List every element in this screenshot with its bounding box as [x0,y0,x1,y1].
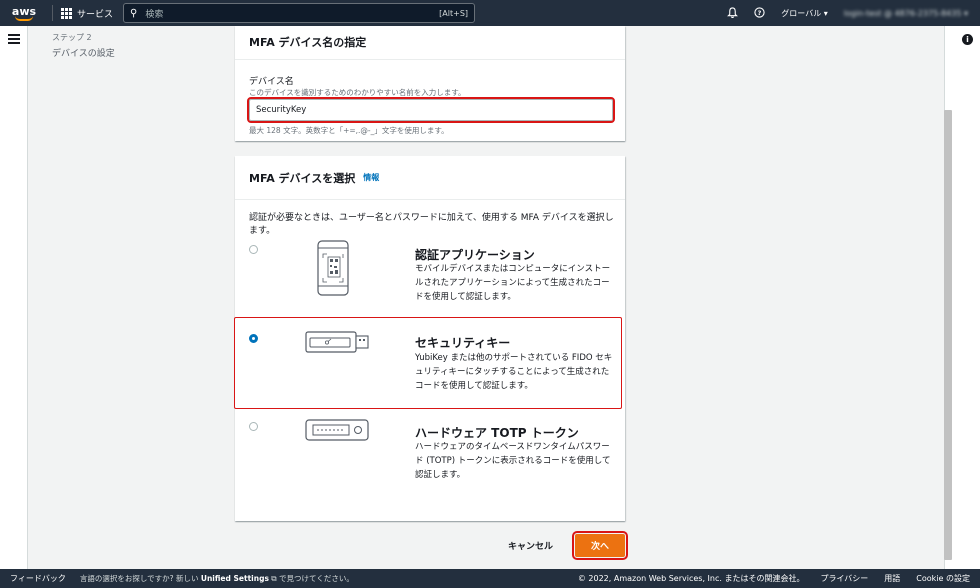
footer-links: © 2022, Amazon Web Services, Inc. またはその関… [578,573,970,584]
option-description: ハードウェアのタイムベースドワンタイムパスワード (TOTP) トークンに表示さ… [415,442,611,480]
help-icon[interactable]: ? [754,6,765,20]
device-name-panel: MFA デバイス名の指定 デバイス名 このデバイスを識別するためのわかりやすい名… [235,26,625,141]
bell-icon[interactable] [727,6,739,20]
phone-qr-icon [317,240,349,299]
unified-settings-link[interactable]: Unified Settings [201,574,269,583]
search-shortcut: [Alt+S] [439,8,469,18]
option-description: YubiKey または他のサポートされている FIDO セキュリティキーにタッチ… [415,353,613,391]
copyright: © 2022, Amazon Web Services, Inc. またはその関… [577,574,805,583]
cookie-settings-link[interactable]: Cookie の設定 [916,573,970,584]
aws-smile-icon [15,16,33,21]
form-actions: キャンセル 次へ [500,531,629,560]
info-panel-icon[interactable]: i [962,34,973,45]
scrollbar[interactable] [944,110,952,560]
top-right-controls: ? グローバル ▾ login-test @ 4876-2375-8435 ▾ [727,6,980,20]
panel-title: MFA デバイスを選択 [249,171,356,185]
next-button[interactable]: 次へ [572,531,629,560]
device-name-description: このデバイスを識別するためのわかりやすい名前を入力します。 [249,88,466,97]
radio-authenticator-app[interactable] [249,245,258,254]
usb-key-icon [305,330,369,357]
step-title[interactable]: デバイスの設定 [52,46,115,59]
radio-hardware-totp[interactable] [249,422,258,431]
wizard-steps: ステップ 2 デバイスの設定 [52,32,115,59]
feedback-link[interactable]: フィードバック [10,573,66,584]
device-name-input[interactable] [247,97,615,123]
option-title: 認証アプリケーション [415,248,535,262]
radio-security-key[interactable] [249,334,258,343]
aws-logo[interactable]: aws [4,0,44,26]
footer-note-suffix: で見つけてください。 [279,574,354,583]
option-hardware-totp[interactable]: ハードウェア TOTP トークン ハードウェアのタイムベースドワンタイムパスワー… [235,418,625,498]
terms-link[interactable]: 用語 [884,573,900,584]
device-name-label: デバイス名 [249,77,294,87]
hamburger-menu-icon[interactable] [8,34,20,46]
footer-bar: フィードバック 言語の選択をお探しですか? 新しい Unified Settin… [0,569,980,588]
cancel-button[interactable]: キャンセル [500,535,561,556]
footer-note-prefix: 言語の選択をお探しですか? 新しい [79,574,199,583]
top-nav-bar: aws サービス ⚲ 検索 [Alt+S] ? グローバル ▾ login-te… [0,0,980,26]
region-selector[interactable]: グローバル ▾ [781,8,827,19]
side-nav [0,26,28,569]
account-menu[interactable]: login-test @ 4876-2375-8435 ▾ [844,9,968,18]
search-placeholder: 検索 [145,9,164,20]
panel-header: MFA デバイス名の指定 [235,26,625,60]
step-number: ステップ 2 [52,33,92,42]
external-link-icon: ⧉ [271,574,277,583]
privacy-link[interactable]: プライバシー [820,573,868,584]
footer-note: 言語の選択をお探しですか? 新しい Unified Settings ⧉ で見つ… [80,573,354,584]
divider [52,5,53,21]
device-name-hint: 最大 128 文字。英数字と「+=,.@-_」文字を使用します。 [249,126,449,135]
mfa-device-panel: MFA デバイスを選択 情報 認証が必要なときは、ユーザー名とパスワードに加えて… [234,156,625,521]
option-title: セキュリティキー [415,336,511,350]
grid-icon [61,7,72,19]
services-menu-button[interactable]: サービス [61,7,113,20]
option-description: モバイルデバイスまたはコンピュータにインストールされたアプリケーションによって生… [415,264,611,302]
panel-header: MFA デバイスを選択 情報 [235,156,625,200]
services-label: サービス [77,9,114,20]
search-input[interactable]: ⚲ 検索 [Alt+S] [123,3,476,23]
option-authenticator-app[interactable]: 認証アプリケーション モバイルデバイスまたはコンピュータにインストールされたアプ… [235,240,625,312]
panel-title: MFA デバイス名の指定 [249,36,367,49]
panel-intro: 認証が必要なときは、ユーザー名とパスワードに加えて、使用する MFA デバイスを… [249,213,614,236]
info-link[interactable]: 情報 [363,172,379,183]
search-icon: ⚲ [130,7,138,19]
aws-logo-text: aws [11,4,37,18]
option-security-key[interactable]: セキュリティキー YubiKey または他のサポートされている FIDO セキュ… [234,317,622,409]
totp-token-icon [305,418,369,445]
svg-text:?: ? [758,8,762,16]
option-title: ハードウェア TOTP トークン [415,426,579,440]
